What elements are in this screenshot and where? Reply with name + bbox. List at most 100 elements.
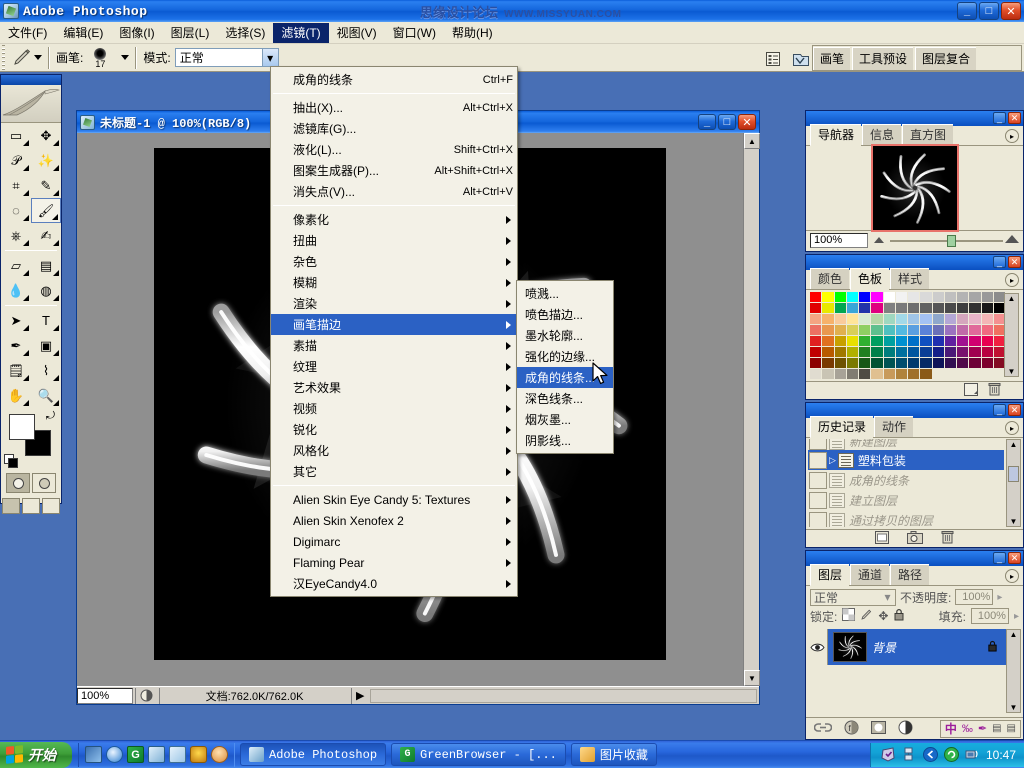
history-item-1[interactable]: ▷ 塑料包装: [808, 450, 1004, 470]
menu-item-3[interactable]: 图层(L): [163, 23, 218, 43]
tool-more-icon[interactable]: [23, 270, 29, 276]
options-bar-grip[interactable]: [0, 44, 7, 71]
standard-mode-button[interactable]: [6, 473, 30, 493]
history-item-3[interactable]: 建立图层: [808, 490, 1004, 510]
navigator-zoom-slider[interactable]: [874, 233, 1019, 248]
tray-blue-icon[interactable]: [922, 747, 938, 762]
swatch-7-5[interactable]: [871, 369, 884, 380]
swatch-1-10[interactable]: [932, 303, 945, 314]
swatch-2-5[interactable]: [871, 314, 884, 325]
swatches-tab-2[interactable]: 样式: [890, 268, 930, 289]
layer-blend-mode-select[interactable]: 正常 ▾: [810, 588, 896, 606]
filter-menu[interactable]: 成角的线条 Ctrl+F 抽出(X)... Alt+Ctrl+X 滤镜库(G)... 液化…: [270, 66, 518, 597]
tray-green-shield-icon[interactable]: [943, 747, 959, 762]
filter-menu-item-15[interactable]: 视频: [271, 398, 517, 419]
tool-more-icon[interactable]: [53, 325, 59, 331]
document-zoom-value[interactable]: 100%: [77, 687, 133, 704]
filter-menu-item-21[interactable]: Digimarc: [271, 531, 517, 552]
swatch-3-7[interactable]: [895, 325, 908, 336]
swatch-5-9[interactable]: [920, 347, 933, 358]
swatch-0-5[interactable]: [871, 292, 884, 303]
zoom-tool[interactable]: 🔍: [31, 383, 61, 408]
swatch-4-8[interactable]: [908, 336, 921, 347]
lock-transparent-icon[interactable]: [842, 608, 856, 624]
filter-menu-item-8[interactable]: 杂色: [271, 251, 517, 272]
crop-tool[interactable]: ⌗: [1, 173, 31, 198]
menu-item-4[interactable]: 选择(S): [217, 23, 273, 43]
tool-more-icon[interactable]: [23, 400, 29, 406]
swatch-6-12[interactable]: [957, 358, 970, 369]
link-layers-icon[interactable]: [813, 722, 833, 736]
swatch-1-6[interactable]: [883, 303, 896, 314]
canvas-vertical-scrollbar[interactable]: ▲ ▼: [743, 133, 760, 686]
status-menu-arrow-icon[interactable]: ▶: [351, 687, 368, 704]
swatch-6-9[interactable]: [920, 358, 933, 369]
filter-menu-item-16[interactable]: 锐化: [271, 419, 517, 440]
swatch-4-7[interactable]: [895, 336, 908, 347]
tray-volume-icon[interactable]: [965, 747, 980, 762]
swatch-4-14[interactable]: [981, 336, 994, 347]
shape-tool[interactable]: ▣: [31, 333, 61, 358]
swatch-grid[interactable]: [810, 292, 1006, 380]
submenu-item-3[interactable]: 强化的边缘...: [517, 346, 613, 367]
swatch-5-7[interactable]: [895, 347, 908, 358]
swatch-6-11[interactable]: [944, 358, 957, 369]
ime-menu-icon[interactable]: ▤: [1007, 723, 1016, 734]
scroll-up-arrow-icon[interactable]: ▲: [744, 133, 760, 149]
history-menu-icon[interactable]: ▸: [1005, 421, 1019, 435]
tool-more-icon[interactable]: [23, 190, 29, 196]
layers-tab-1[interactable]: 通道: [850, 564, 890, 585]
swatch-4-5[interactable]: [871, 336, 884, 347]
gradient-tool[interactable]: ▤: [31, 253, 61, 278]
swatch-0-2[interactable]: [834, 292, 847, 303]
history-brush-tool[interactable]: ✍: [31, 223, 61, 248]
fill-value[interactable]: 100%: [970, 608, 1009, 624]
quick-mask-mode-button[interactable]: [32, 473, 56, 493]
notepad-icon[interactable]: [169, 746, 186, 763]
menu-item-0[interactable]: 文件(F): [0, 23, 55, 43]
adjustment-layer-icon[interactable]: [898, 720, 913, 738]
swatch-2-3[interactable]: [846, 314, 859, 325]
swatch-3-6[interactable]: [883, 325, 896, 336]
navigator-minimize-button[interactable]: _: [993, 112, 1006, 124]
tool-more-icon[interactable]: [53, 270, 59, 276]
swatch-2-11[interactable]: [944, 314, 957, 325]
tool-more-icon[interactable]: [23, 215, 29, 221]
swatch-6-14[interactable]: [981, 358, 994, 369]
new-snapshot-icon[interactable]: [907, 530, 923, 547]
toolbox-title-bar[interactable]: [1, 75, 61, 85]
navigator-zoom-value[interactable]: 100%: [810, 233, 868, 248]
swatch-7-1[interactable]: [822, 369, 835, 380]
swatch-4-3[interactable]: [846, 336, 859, 347]
filter-menu-item-10[interactable]: 渲染: [271, 293, 517, 314]
filter-menu-item-9[interactable]: 模糊: [271, 272, 517, 293]
history-item-0[interactable]: 新建图层: [808, 439, 1004, 450]
swatch-1-11[interactable]: [944, 303, 957, 314]
filter-menu-item-22[interactable]: Flaming Pear: [271, 552, 517, 573]
submenu-item-2[interactable]: 墨水轮廓...: [517, 325, 613, 346]
history-tab-1[interactable]: 动作: [874, 416, 914, 437]
history-item-2[interactable]: 成角的线条: [808, 470, 1004, 490]
tool-more-icon[interactable]: [52, 214, 58, 220]
swatch-2-10[interactable]: [932, 314, 945, 325]
greenbrowser-icon[interactable]: G: [127, 746, 144, 763]
swatch-3-1[interactable]: [822, 325, 835, 336]
history-tab-0[interactable]: 历史记录: [810, 416, 874, 438]
qq-icon[interactable]: [211, 746, 228, 763]
ime-pen-icon[interactable]: ✒: [978, 722, 987, 735]
document-maximize-button[interactable]: □: [718, 114, 736, 130]
swatch-3-8[interactable]: [908, 325, 921, 336]
filter-menu-item-6[interactable]: 像素化: [271, 209, 517, 230]
swatch-6-5[interactable]: [871, 358, 884, 369]
history-snapshot-checkbox[interactable]: [809, 471, 827, 489]
swatch-1-3[interactable]: [846, 303, 859, 314]
ime-punctuation-icon[interactable]: ‰: [962, 723, 973, 735]
swatch-0-1[interactable]: [822, 292, 835, 303]
current-tool-icon[interactable]: [10, 47, 34, 69]
lasso-tool[interactable]: 𝒫: [1, 148, 31, 173]
blur-tool[interactable]: 💧: [1, 278, 31, 303]
swatch-1-4[interactable]: [859, 303, 872, 314]
swatch-5-4[interactable]: [859, 347, 872, 358]
swatch-3-5[interactable]: [871, 325, 884, 336]
filter-menu-item-14[interactable]: 艺术效果: [271, 377, 517, 398]
